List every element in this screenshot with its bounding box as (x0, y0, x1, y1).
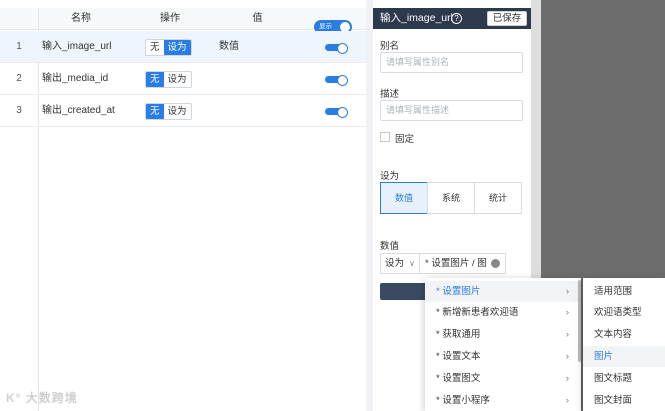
row-visible-toggle[interactable] (325, 43, 348, 54)
cascader-item[interactable]: 图文标题 (583, 368, 665, 389)
cascader-scrollbar[interactable] (578, 280, 581, 362)
value-mode-select[interactable]: 设为 ∨ (380, 253, 420, 274)
setas-option-stats[interactable]: 统计 (474, 182, 522, 214)
chevron-right-icon: › (565, 351, 569, 362)
description-label: 描述 (380, 89, 400, 100)
option-set[interactable]: 设为 (164, 72, 191, 87)
option-set[interactable]: 设为 (164, 104, 191, 119)
header-operation: 操作 (160, 13, 180, 24)
alias-input[interactable]: 请填写属性别名 (380, 52, 523, 73)
row-visible-toggle[interactable] (325, 107, 348, 118)
help-icon[interactable]: ? (451, 13, 462, 24)
row-visible-toggle[interactable] (325, 75, 348, 86)
cascader-item[interactable]: * 新增新患者欢迎语 › (425, 302, 581, 323)
table-header: 名称 操作 值 显示 (0, 8, 366, 34)
row-index: 2 (16, 73, 22, 84)
cascader-item[interactable]: 图片 (583, 346, 665, 367)
chevron-right-icon: › (565, 329, 569, 340)
operation-segment[interactable]: 无 设为 (145, 103, 192, 120)
option-none[interactable]: 无 (146, 40, 164, 55)
chevron-right-icon: › (565, 307, 569, 318)
row-value: 数值 (219, 41, 239, 52)
cascader-item[interactable]: * 设置图片 › (425, 281, 581, 302)
option-none[interactable]: 无 (146, 72, 164, 87)
clear-icon[interactable] (491, 259, 500, 268)
chevron-down-icon: ∨ (409, 259, 415, 268)
cascader-item[interactable]: 图文封面 (583, 390, 665, 411)
properties-title: 输入_image_url (380, 12, 453, 24)
panel-gap (366, 0, 373, 411)
setas-option-value[interactable]: 数值 (380, 182, 428, 214)
description-input[interactable]: 请填写属性描述 (380, 100, 523, 121)
value-label: 数值 (380, 241, 400, 252)
cascader-item[interactable]: 欢迎语类型 (583, 302, 665, 323)
cascader-item[interactable]: 适用范围 (583, 281, 665, 302)
watermark-logo: K° 大数跨境 (6, 391, 78, 405)
table-row[interactable]: 3 输出_created_at 无 设为 (0, 95, 366, 127)
header-name: 名称 (71, 13, 91, 24)
row-name: 输出_media_id (42, 73, 109, 84)
setas-label: 设为 (380, 171, 400, 182)
option-set[interactable]: 设为 (163, 40, 191, 55)
alias-label: 别名 (380, 41, 400, 52)
chevron-right-icon: › (565, 286, 569, 297)
attribute-table: 名称 操作 值 显示 1 输入_image_url 无 设为 数值 2 输出_m… (0, 0, 366, 411)
chevron-right-icon: › (565, 395, 569, 406)
chevron-right-icon: › (565, 373, 569, 384)
cascader-menu-level1: * 设置图片 › * 新增新患者欢迎语 › * 获取通用 › * 设置文本 › * 设置… (425, 278, 581, 411)
row-index: 3 (16, 105, 22, 116)
table-row[interactable]: 1 输入_image_url 无 设为 数值 (0, 31, 366, 63)
row-index: 1 (16, 41, 22, 52)
properties-header: 输入_image_url ? 已保存 (373, 8, 531, 29)
operation-segment[interactable]: 无 设为 (145, 39, 192, 56)
row-name: 输入_image_url (42, 41, 112, 52)
cascader-item[interactable]: * 获取通用 › (425, 324, 581, 345)
header-value: 值 (252, 13, 263, 24)
cascader-item[interactable]: 文本内容 (583, 324, 665, 345)
operation-segment[interactable]: 无 设为 (145, 71, 192, 88)
row-name: 输出_created_at (42, 105, 115, 116)
table-row[interactable]: 2 输出_media_id 无 设为 (0, 63, 366, 95)
fixed-label: 固定 (395, 134, 415, 145)
cascader-menu-level2: 适用范围 欢迎语类型 文本内容 图片 图文标题 图文封面 (583, 278, 665, 411)
cascader-item[interactable]: * 设置小程序 › (425, 390, 581, 411)
option-none[interactable]: 无 (146, 104, 164, 119)
fixed-checkbox[interactable] (380, 132, 390, 142)
saved-button[interactable]: 已保存 (487, 11, 527, 26)
setas-option-system[interactable]: 系统 (427, 182, 475, 214)
cascader-item[interactable]: * 设置图文 › (425, 368, 581, 389)
cascader-item[interactable]: * 设置文本 › (425, 346, 581, 367)
